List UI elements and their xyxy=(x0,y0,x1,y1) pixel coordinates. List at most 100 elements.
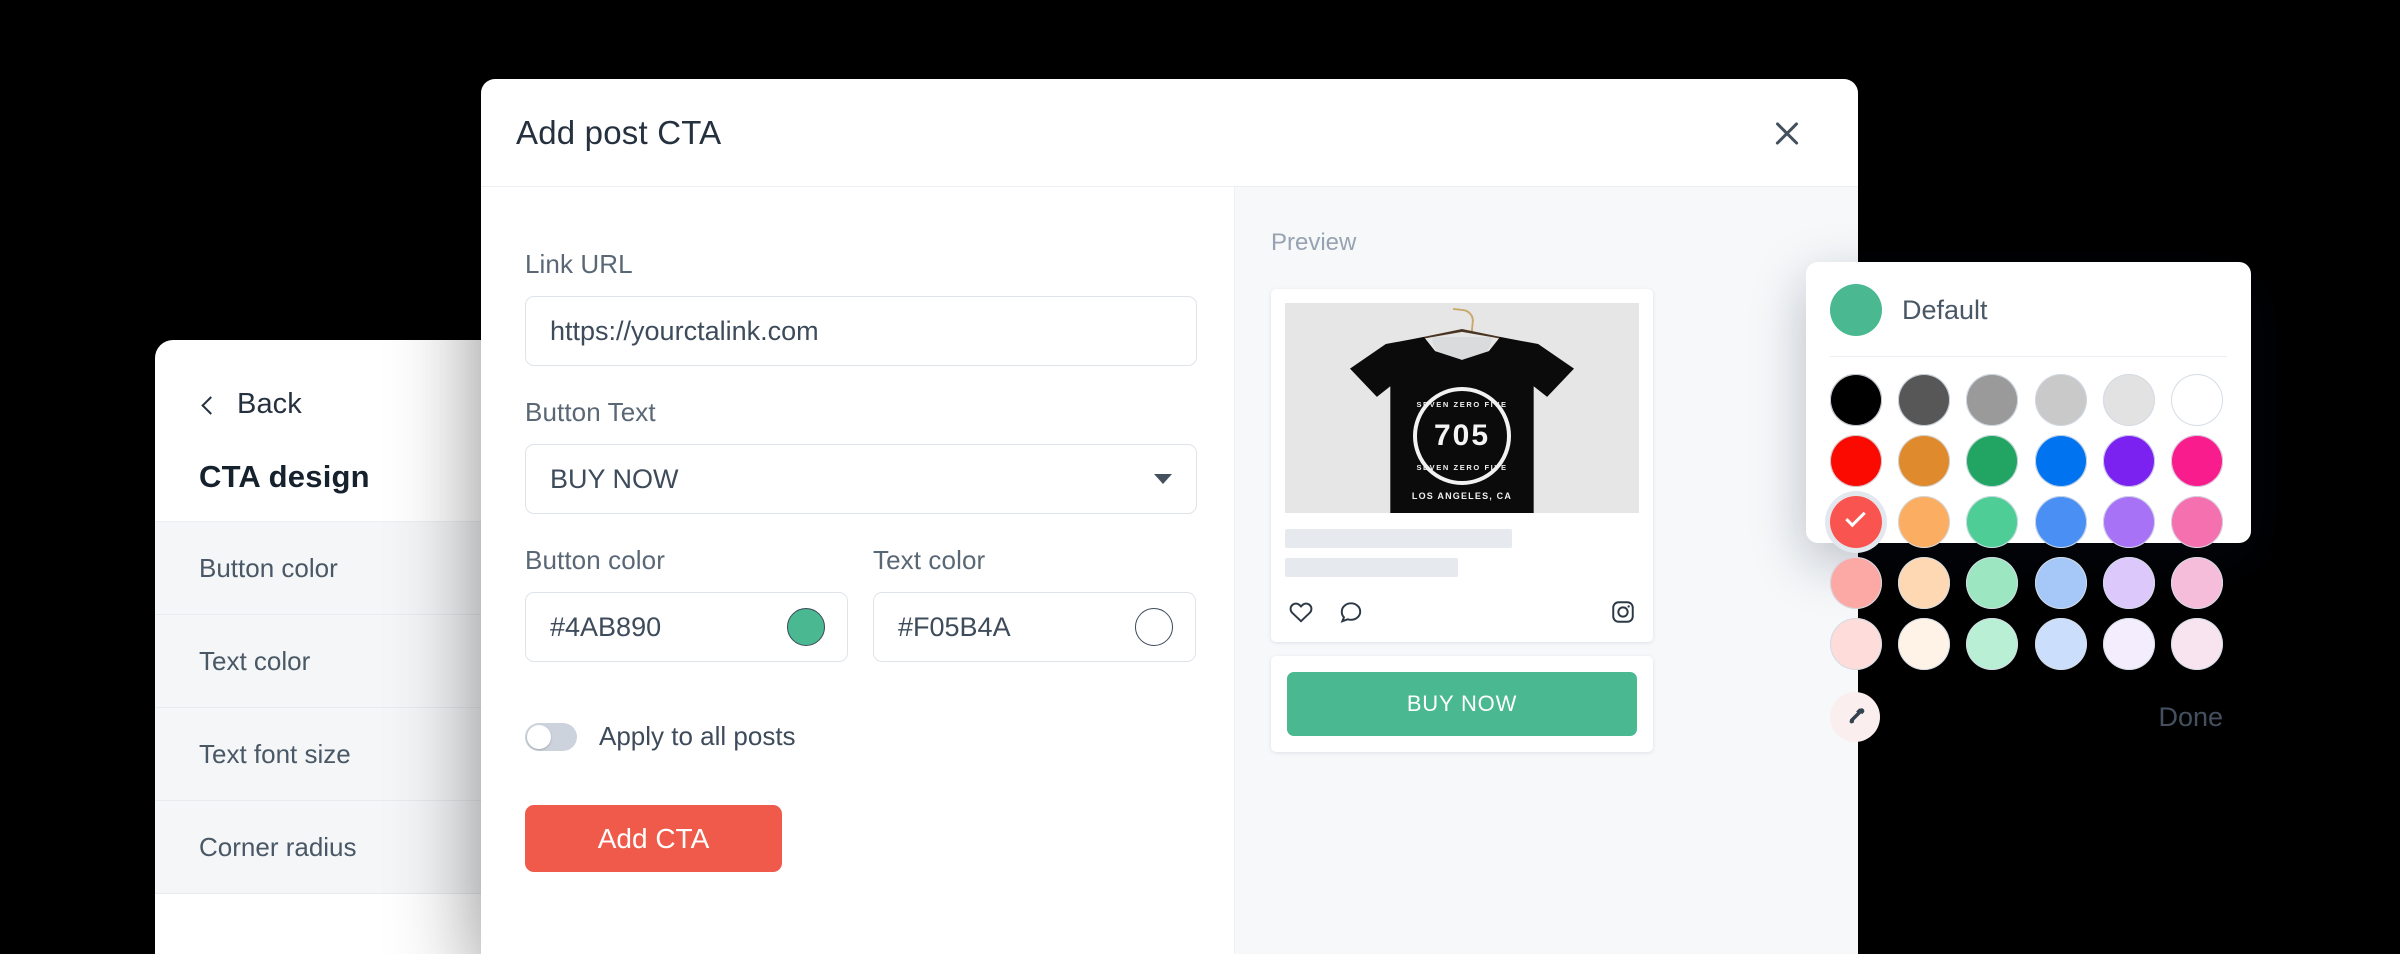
apply-to-all-toggle[interactable] xyxy=(525,722,577,751)
button-text-label: Button Text xyxy=(525,397,656,427)
instagram-icon[interactable] xyxy=(1610,599,1636,625)
close-icon[interactable] xyxy=(1764,110,1810,156)
color-swatch[interactable] xyxy=(2034,374,2087,426)
color-swatch[interactable] xyxy=(2102,557,2155,609)
color-swatch[interactable] xyxy=(1898,557,1951,609)
color-swatch[interactable] xyxy=(1898,374,1951,426)
color-swatch[interactable] xyxy=(2102,496,2155,548)
color-swatch[interactable] xyxy=(2170,557,2223,609)
color-swatch[interactable] xyxy=(2034,618,2087,670)
caption-skeleton xyxy=(1285,513,1639,577)
color-swatch[interactable] xyxy=(1966,435,2019,487)
color-fields-row: Button color #4AB890 Text color #F05B4A xyxy=(525,545,1234,662)
button-text-select[interactable]: BUY NOW xyxy=(525,444,1197,514)
link-url-field: Link URL https://yourctalink.com xyxy=(525,249,1234,366)
check-icon xyxy=(1845,506,1866,528)
button-color-swatch[interactable] xyxy=(787,608,825,646)
skeleton-line xyxy=(1285,558,1458,577)
color-swatch[interactable] xyxy=(1966,496,2019,548)
apply-to-all-row: Apply to all posts xyxy=(525,721,1234,752)
color-swatch[interactable] xyxy=(2034,557,2087,609)
color-swatch[interactable] xyxy=(1830,374,1882,426)
done-button[interactable]: Done xyxy=(2154,702,2227,733)
shirt-logo-arc-top: SEVEN ZERO FIVE xyxy=(1416,400,1508,409)
chevron-down-icon xyxy=(1154,474,1172,484)
cta-design-sidebar: Back CTA design Button color Text color … xyxy=(155,340,485,954)
modal-title: Add post CTA xyxy=(516,113,722,151)
chevron-left-icon xyxy=(199,396,217,414)
color-swatch-grid xyxy=(1830,357,2227,670)
link-url-input[interactable]: https://yourctalink.com xyxy=(525,296,1197,366)
color-swatch[interactable] xyxy=(2170,496,2223,548)
sidebar-title: CTA design xyxy=(199,459,370,494)
color-swatch[interactable] xyxy=(1830,435,1882,487)
color-swatch[interactable] xyxy=(1830,618,1882,670)
sidebar-item-text-color[interactable]: Text color xyxy=(155,615,485,708)
text-color-input[interactable]: #F05B4A xyxy=(873,592,1196,662)
post-actions xyxy=(1285,577,1639,642)
button-color-value: #4AB890 xyxy=(550,611,662,642)
modal-header: Add post CTA xyxy=(481,79,1858,187)
text-color-label: Text color xyxy=(873,545,986,575)
button-color-label: Button color xyxy=(525,545,665,575)
current-color-label: Default xyxy=(1902,294,1988,325)
comment-icon[interactable] xyxy=(1338,599,1364,625)
toggle-knob xyxy=(527,724,551,749)
color-swatch[interactable] xyxy=(2034,496,2087,548)
modal-body: Link URL https://yourctalink.com Button … xyxy=(481,187,1858,954)
color-swatch[interactable] xyxy=(2034,435,2087,487)
apply-to-all-label: Apply to all posts xyxy=(599,721,796,751)
color-swatch[interactable] xyxy=(2170,618,2223,670)
eyedropper-glyph xyxy=(1849,708,1865,724)
color-swatch[interactable] xyxy=(2170,435,2223,487)
add-post-cta-modal: Add post CTA Link URL https://yourctalin… xyxy=(481,79,1858,954)
color-swatch[interactable] xyxy=(1898,496,1951,548)
color-swatch[interactable] xyxy=(2170,374,2223,426)
cta-form: Link URL https://yourctalink.com Button … xyxy=(481,187,1234,954)
sidebar-item-button-color[interactable]: Button color xyxy=(155,522,485,615)
color-picker-header: Default xyxy=(1830,284,2227,357)
shirt-logo-ring: SEVEN ZERO FIVE 705 SEVEN ZERO FIVE xyxy=(1413,387,1511,485)
add-cta-button[interactable]: Add CTA xyxy=(525,805,782,872)
post-image: SEVEN ZERO FIVE 705 SEVEN ZERO FIVE LOS … xyxy=(1285,303,1639,513)
text-color-swatch[interactable] xyxy=(1135,608,1173,646)
heart-icon[interactable] xyxy=(1288,599,1314,625)
link-url-label: Link URL xyxy=(525,249,633,279)
back-label: Back xyxy=(237,388,302,420)
color-swatch[interactable] xyxy=(1898,435,1951,487)
button-text-value: BUY NOW xyxy=(550,463,679,494)
preview-label: Preview xyxy=(1271,229,1357,256)
post-actions-left xyxy=(1288,599,1364,625)
shirt-logo-number: 705 xyxy=(1433,419,1491,452)
skeleton-line xyxy=(1285,529,1512,548)
button-color-field: Button color #4AB890 xyxy=(525,545,848,662)
post-preview-card: SEVEN ZERO FIVE 705 SEVEN ZERO FIVE LOS … xyxy=(1271,289,1653,642)
color-swatch[interactable] xyxy=(1898,618,1951,670)
shirt-logo-arc-bottom: SEVEN ZERO FIVE xyxy=(1416,463,1508,472)
color-swatch[interactable] xyxy=(1966,618,2019,670)
color-swatch[interactable] xyxy=(1966,374,2019,426)
sidebar-item-text-font-size[interactable]: Text font size xyxy=(155,708,485,801)
cta-preview-button[interactable]: BUY NOW xyxy=(1287,672,1637,736)
eyedropper-icon[interactable] xyxy=(1830,692,1880,742)
color-swatch[interactable] xyxy=(1830,496,1882,548)
sidebar-list: Button color Text color Text font size C… xyxy=(155,521,485,894)
color-picker-popover: Default Done xyxy=(1806,262,2251,742)
text-color-value: #F05B4A xyxy=(898,611,1011,642)
preview-panel: Preview SEVEN ZERO FIVE 705 SEVEN ZERO F… xyxy=(1234,187,1858,954)
back-button[interactable]: Back xyxy=(155,340,485,421)
screen-root: Back CTA design Button color Text color … xyxy=(0,0,2400,954)
button-color-input[interactable]: #4AB890 xyxy=(525,592,848,662)
text-color-field: Text color #F05B4A xyxy=(873,545,1196,662)
current-color-swatch[interactable] xyxy=(1830,284,1882,336)
color-swatch[interactable] xyxy=(1966,557,2019,609)
color-swatch[interactable] xyxy=(2102,435,2155,487)
button-text-field: Button Text BUY NOW xyxy=(525,397,1234,514)
cta-preview-card: BUY NOW xyxy=(1271,656,1653,752)
color-swatch[interactable] xyxy=(1830,557,1882,609)
color-swatch[interactable] xyxy=(2102,374,2155,426)
color-swatch[interactable] xyxy=(2102,618,2155,670)
hanger-hook-icon xyxy=(1450,307,1476,333)
sidebar-item-corner-radius[interactable]: Corner radius xyxy=(155,801,485,894)
